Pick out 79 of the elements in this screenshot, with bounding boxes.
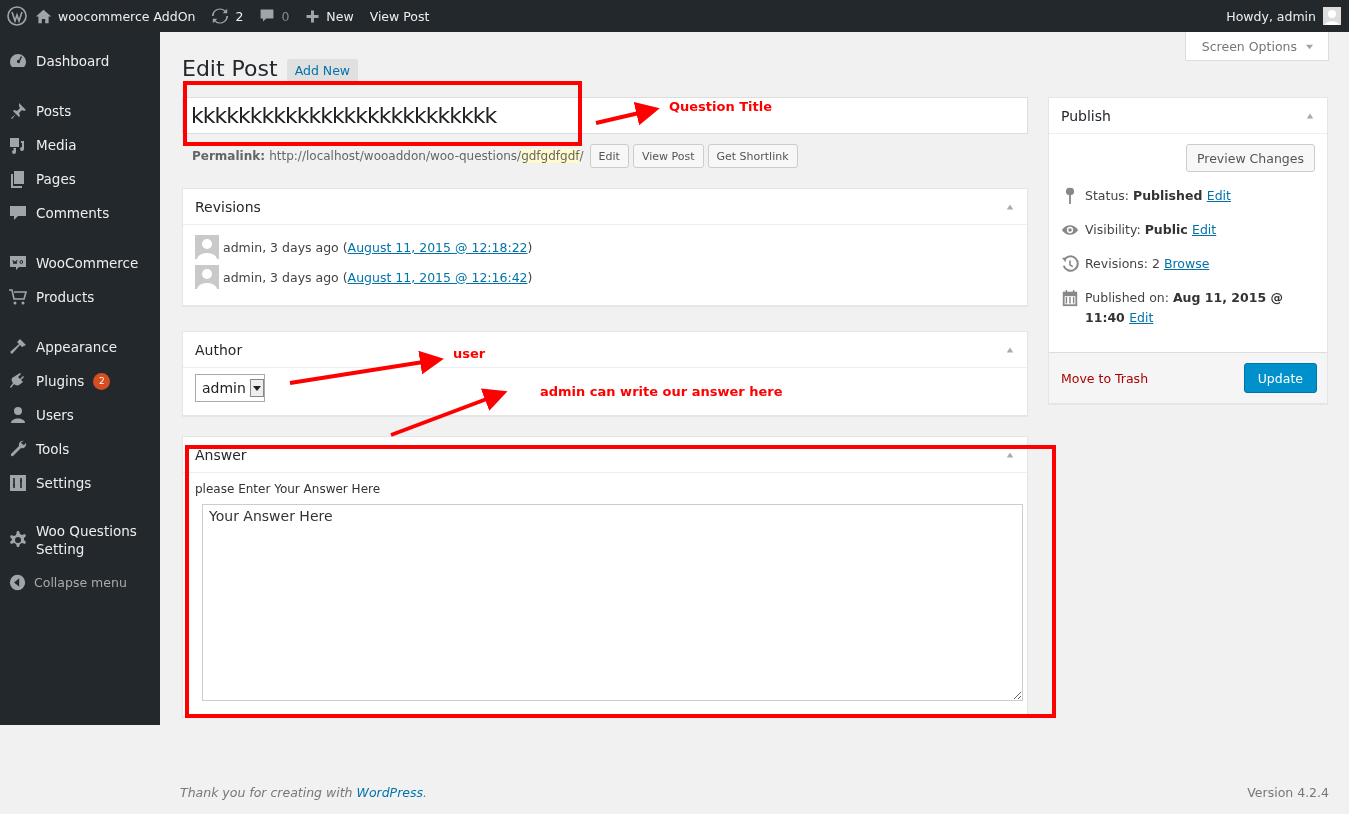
refresh-icon: [211, 7, 230, 25]
annotation-label: Question Title: [669, 99, 773, 114]
sidebar-item[interactable]: Posts: [0, 94, 160, 128]
annotation-label: user: [453, 346, 486, 361]
field-label: please Enter Your Answer Here: [195, 482, 382, 496]
revision-link[interactable]: August 11, 2015 @ 12:16:42: [347, 269, 528, 285]
sidebar-item[interactable]: Comments: [0, 196, 160, 230]
small-button[interactable]: Get Shortlink: [707, 144, 798, 168]
site-link[interactable]: woocommerce AddOn: [27, 0, 204, 32]
revision-text: admin, 3 days ago (August 11, 2015 @ 12:18:22): [223, 239, 533, 255]
collapse-arrow-icon: [1006, 202, 1014, 211]
collapse-icon: [9, 574, 26, 591]
sidebar-item[interactable]: Tools: [0, 432, 160, 466]
permalink-text: Permalink: http://localhost/wooaddon/woo-questions/gdfgdfgdf/: [192, 149, 584, 163]
view-post-link[interactable]: View Post: [361, 0, 438, 32]
collapse-arrow-icon: [1006, 345, 1014, 354]
publish-info: Revisions: 2 Browse: [1085, 255, 1210, 273]
edit-link[interactable]: Edit: [1129, 310, 1154, 325]
sidebar-item[interactable]: Settings: [0, 466, 160, 500]
updates-link[interactable]: 2: [203, 0, 252, 32]
answer-field[interactable]: Your Answer Here: [202, 504, 1023, 701]
small-button[interactable]: Edit: [589, 144, 629, 168]
menu-icon: [8, 439, 28, 459]
sidebar-item[interactable]: Media: [0, 128, 160, 162]
menu-icon: [8, 253, 28, 273]
sidebar-item[interactable]: Woo Questions Setting: [0, 516, 138, 564]
avatar-icon: [195, 235, 219, 259]
home-icon: [35, 7, 52, 25]
sidebar-item[interactable]: WooCommerce: [0, 246, 160, 280]
panel-title: Author: [195, 341, 243, 358]
panel-title: Revisions: [195, 198, 261, 215]
publish-info: Published on: Aug 11, 2015 @ 11:40 Edit: [1085, 289, 1284, 327]
menu-icon: [8, 203, 28, 223]
sidebar-item[interactable]: Appearance: [0, 330, 160, 364]
collapse-arrow-icon: [1306, 111, 1314, 120]
edit-link[interactable]: Edit: [1192, 222, 1217, 237]
publish-info: Visibility: Public Edit: [1085, 221, 1217, 239]
count-badge: 2: [93, 372, 111, 390]
calendar-icon: [1061, 289, 1079, 307]
comment-icon: [259, 8, 276, 24]
account-link[interactable]: Howdy, admin: [1218, 0, 1349, 32]
sidebar-item[interactable]: Dashboard: [0, 44, 160, 78]
edit-link[interactable]: Edit: [1206, 188, 1231, 203]
menu-icon: [8, 405, 28, 425]
annotation-arrow: [595, 101, 660, 126]
add-new-button[interactable]: Add New: [286, 58, 359, 82]
panel-title: Publish: [1061, 107, 1111, 124]
sidebar-item[interactable]: Pages: [0, 162, 160, 196]
collapse-menu-link[interactable]: Collapse menu: [0, 568, 160, 591]
new-link[interactable]: New: [297, 0, 362, 32]
menu-icon: [8, 287, 28, 307]
sidebar-item[interactable]: Plugins 2: [0, 364, 160, 398]
plus-icon: [305, 8, 321, 24]
wordpress-link[interactable]: WordPress: [356, 785, 423, 800]
version-text: Version 4.2.4: [1247, 785, 1329, 800]
update-button[interactable]: Update: [1243, 363, 1317, 393]
move-to-trash-link[interactable]: Move to Trash: [1061, 370, 1149, 386]
avatar-icon: [1323, 7, 1341, 25]
sidebar-item[interactable]: Products: [0, 280, 160, 314]
revision-link[interactable]: August 11, 2015 @ 12:18:22: [347, 239, 528, 255]
footer-text: Thank you for creating with WordPress.: [180, 785, 427, 800]
panel-title: Answer: [195, 446, 247, 463]
publish-info: Status: Published Edit: [1085, 187, 1231, 205]
sidebar-item[interactable]: Users: [0, 398, 160, 432]
preview-changes-button[interactable]: Preview Changes: [1186, 144, 1315, 172]
menu-icon: [8, 530, 28, 550]
page-title: Edit Post: [182, 55, 278, 81]
avatar-icon: [195, 265, 219, 289]
collapse-arrow-icon: [1006, 450, 1014, 459]
history-icon: [1061, 255, 1079, 273]
annotation-label: admin can write our answer here: [540, 384, 783, 399]
menu-icon: [8, 473, 28, 493]
revision-text: admin, 3 days ago (August 11, 2015 @ 12:16:42): [223, 269, 533, 285]
author-select[interactable]: admin: [195, 374, 265, 402]
comments-link[interactable]: 0: [251, 0, 298, 32]
edit-link[interactable]: Browse: [1163, 256, 1210, 271]
wordpress-logo-icon: [7, 6, 27, 26]
screen-options-tab[interactable]: Screen Options: [1184, 32, 1329, 61]
small-button[interactable]: View Post: [632, 144, 704, 168]
